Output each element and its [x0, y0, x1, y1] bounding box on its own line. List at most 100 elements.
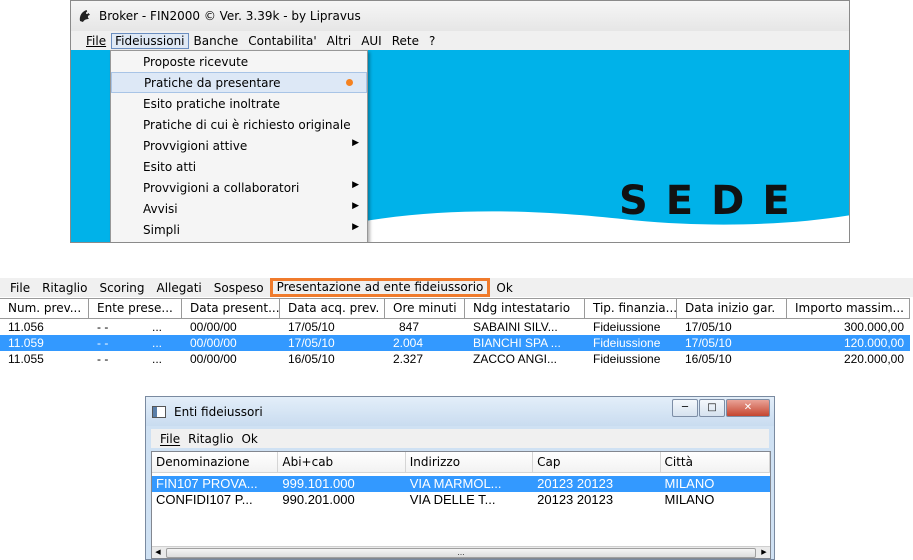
col-header[interactable]: Tip. finanzia... [585, 299, 677, 318]
list-header: Denominazione Abi+cab Indirizzo Cap Citt… [152, 452, 770, 473]
cell: ... [152, 352, 163, 366]
scroll-left-icon[interactable]: ◀ [152, 547, 164, 558]
scroll-right-icon[interactable]: ▶ [758, 547, 770, 558]
menu-contabilita[interactable]: Contabilita' [243, 34, 321, 48]
col-header[interactable]: Denominazione [152, 452, 279, 472]
menu-item-esito-pratiche-inoltrate[interactable]: Esito pratiche inoltrate [111, 93, 367, 114]
menu-file[interactable]: File [81, 34, 111, 48]
submenu-arrow-icon: ▶ [352, 180, 359, 190]
toolbar-scoring[interactable]: Scoring [93, 281, 150, 295]
menu-item-proposte-ricevute[interactable]: Proposte ricevute [111, 51, 367, 72]
col-header[interactable]: Ndg intestatario [465, 299, 585, 318]
menu-aui[interactable]: AUI [356, 34, 387, 48]
dialog-menu-file[interactable]: File [156, 432, 184, 446]
cell: 220.000,00 [843, 352, 904, 366]
cell: 2.327 [393, 352, 424, 366]
cell: ZACCO ANGI... [473, 352, 558, 366]
cell: 847 [399, 320, 420, 334]
menu-fideiussioni[interactable]: Fideiussioni [111, 32, 189, 49]
cell: SABAINI SILV... [473, 320, 558, 334]
window-icon [152, 405, 166, 418]
toolbar-presentazione[interactable]: Presentazione ad ente fideiussorio [269, 278, 491, 297]
col-header[interactable]: Num. prev... [0, 299, 89, 318]
submenu-arrow-icon: ▶ [352, 201, 359, 211]
cell: 00/00/00 [190, 352, 237, 366]
cell: - - [97, 336, 109, 350]
col-header[interactable]: Città [661, 452, 770, 472]
toolbar-sospeso[interactable]: Sospeso [208, 281, 270, 295]
table-row[interactable]: 11.055 - - ... 00/00/00 16/05/10 2.327 Z… [0, 351, 910, 367]
list-item-selected[interactable]: FIN107 PROVA... 999.101.000 VIA MARMOL..… [152, 476, 770, 492]
col-header[interactable]: Ore minuti [385, 299, 465, 318]
title-bar: Broker - FIN2000 © Ver. 3.39k - by Lipra… [71, 1, 849, 31]
minimize-icon: ─ [681, 402, 689, 413]
scroll-grip: … [457, 549, 465, 557]
close-icon: ✕ [743, 402, 753, 413]
pratiche-grid: Num. prev... Ente prese... Data present.… [0, 298, 910, 370]
menu-item-pratiche-da-presentare[interactable]: Pratiche da presentare [111, 72, 367, 93]
col-header[interactable]: Indirizzo [406, 452, 534, 472]
cell: MILANO [664, 476, 715, 491]
cell: VIA MARMOL... [409, 476, 502, 491]
cell: 16/05/10 [685, 352, 732, 366]
menu-item-avvisi[interactable]: Avvisi ▶ [111, 198, 367, 219]
dialog-menu-ok[interactable]: Ok [237, 432, 261, 446]
menu-rete[interactable]: Rete [387, 34, 424, 48]
col-header[interactable]: Cap [533, 452, 661, 472]
menu-banche[interactable]: Banche [189, 34, 244, 48]
menu-help[interactable]: ? [424, 34, 440, 48]
cell: 2.004 [393, 336, 424, 350]
submenu-arrow-icon: ▶ [352, 222, 359, 232]
cell: - - [97, 352, 109, 366]
cell: 11.056 [8, 320, 44, 334]
cell: MILANO [664, 492, 715, 507]
menu-item-provvigioni-attive[interactable]: Provvigioni attive ▶ [111, 135, 367, 156]
cell: 20123 20123 [537, 476, 614, 491]
cell: 17/05/10 [288, 336, 335, 350]
close-button[interactable]: ✕ [726, 399, 770, 417]
col-header[interactable]: Data present... [182, 299, 280, 318]
col-header[interactable]: Importo massim... [787, 299, 910, 318]
minimize-button[interactable]: ─ [672, 399, 698, 417]
dialog-title-bar[interactable]: Enti fideiussori ─ □ ✕ [146, 397, 774, 426]
toolbar-file[interactable]: File [4, 281, 36, 295]
toolbar-allegati[interactable]: Allegati [151, 281, 208, 295]
col-header[interactable]: Abi+cab [278, 452, 406, 472]
col-header[interactable]: Data acq. prev. [280, 299, 385, 318]
main-window: Broker - FIN2000 © Ver. 3.39k - by Lipra… [70, 0, 850, 243]
cell: 990.201.000 [282, 492, 355, 507]
horizontal-scrollbar[interactable]: ◀ … ▶ [152, 546, 770, 558]
toolbar-ritaglio[interactable]: Ritaglio [36, 281, 93, 295]
menu-item-pratiche-originale[interactable]: Pratiche di cui è richiesto originale [111, 114, 367, 135]
menu-bar: File Fideiussioni Banche Contabilita' Al… [71, 31, 849, 50]
cell: 16/05/10 [288, 352, 335, 366]
dialog-title: Enti fideiussori [174, 404, 263, 419]
cell: 999.101.000 [282, 476, 355, 491]
cell: 17/05/10 [288, 320, 335, 334]
menu-altri[interactable]: Altri [322, 34, 357, 48]
cell: Fideiussione [593, 336, 661, 350]
maximize-button[interactable]: □ [699, 399, 725, 417]
table-row[interactable]: 11.056 - - ... 00/00/00 17/05/10 847 SAB… [0, 319, 910, 335]
cell: 120.000,00 [843, 336, 904, 350]
cell: 20123 20123 [537, 492, 614, 507]
col-header[interactable]: Data inizio gar. [677, 299, 787, 318]
scroll-thumb[interactable]: … [166, 548, 756, 558]
toolbar-ok[interactable]: Ok [490, 281, 518, 295]
cell: 11.055 [8, 352, 44, 366]
list-item[interactable]: CONFIDI107 P... 990.201.000 VIA DELLE T.… [152, 492, 770, 508]
orange-dot-icon [346, 79, 353, 86]
table-row-selected[interactable]: 11.059 - - ... 00/00/00 17/05/10 2.004 B… [0, 335, 910, 351]
sede-logo-text: SEDE [619, 178, 808, 224]
col-header[interactable]: Ente prese... [89, 299, 182, 318]
window-controls: ─ □ ✕ [671, 399, 770, 417]
grid-toolbar: File Ritaglio Scoring Allegati Sospeso P… [0, 278, 913, 297]
menu-item-simpli[interactable]: Simpli ▶ [111, 219, 367, 240]
window-title: Broker - FIN2000 © Ver. 3.39k - by Lipra… [99, 9, 361, 23]
cell: Fideiussione [593, 352, 661, 366]
menu-item-esito-atti[interactable]: Esito atti [111, 156, 367, 177]
dialog-menu-ritaglio[interactable]: Ritaglio [184, 432, 237, 446]
cell: FIN107 PROVA... [156, 476, 258, 491]
submenu-arrow-icon: ▶ [352, 138, 359, 148]
menu-item-provvigioni-collaboratori[interactable]: Provvigioni a collaboratori ▶ [111, 177, 367, 198]
